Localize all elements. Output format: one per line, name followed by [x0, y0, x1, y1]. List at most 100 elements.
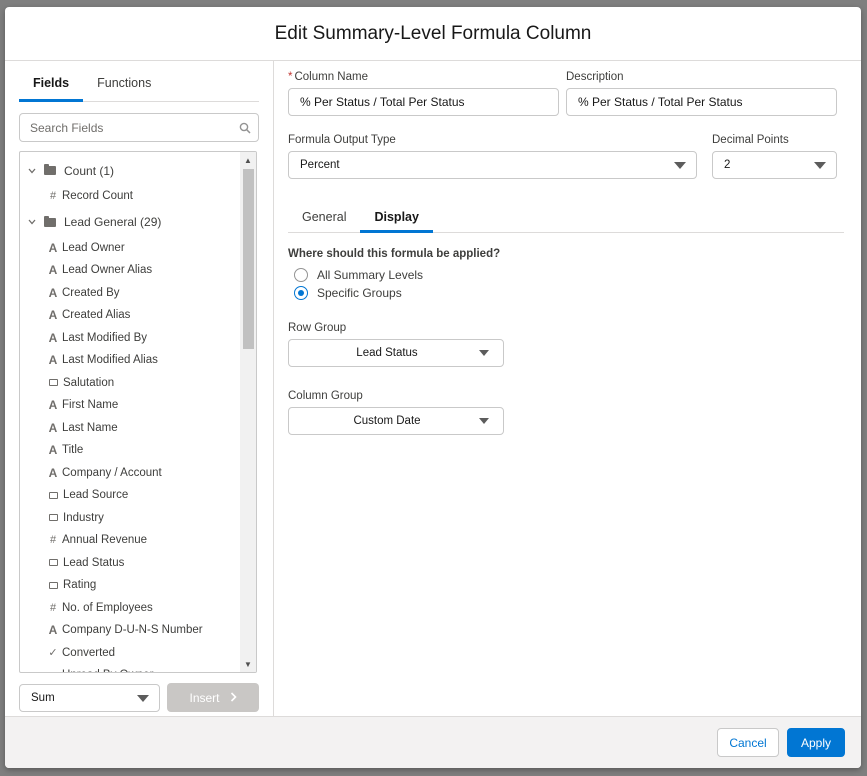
- tab-fields[interactable]: Fields: [19, 66, 84, 102]
- search-icon: [232, 122, 258, 134]
- field-item-label: First Name: [62, 399, 119, 412]
- field-item-label: Lead Owner Alias: [62, 264, 153, 277]
- field-item-label: Converted: [62, 646, 116, 659]
- field-item[interactable]: Salutation: [20, 372, 240, 395]
- field-item[interactable]: Industry: [20, 507, 240, 530]
- field-item[interactable]: A Company D-U-N-S Number: [20, 619, 240, 642]
- folder-icon: [44, 215, 56, 227]
- field-item[interactable]: A Last Modified By: [20, 327, 240, 350]
- radio-checked-icon[interactable]: [294, 286, 308, 300]
- field-item[interactable]: A Lead Owner: [20, 237, 240, 260]
- chevron-down-icon[interactable]: [28, 217, 40, 227]
- field-item[interactable]: A Title: [20, 439, 240, 462]
- caret-down-icon: [479, 350, 489, 356]
- field-item[interactable]: Lead Source: [20, 484, 240, 507]
- output-type-select[interactable]: Percent: [288, 151, 697, 179]
- description-label: Description: [566, 71, 624, 83]
- field-item[interactable]: A Lead Owner Alias: [20, 259, 240, 282]
- field-item[interactable]: Rating: [20, 574, 240, 597]
- field-item-label: Lead Status: [63, 556, 125, 569]
- required-marker: *: [288, 71, 293, 83]
- scroll-down-arrow-icon[interactable]: ▼: [240, 656, 256, 672]
- field-item-label: Salutation: [63, 376, 115, 389]
- dialog-body: Fields Functions Count (1) # Record Count L…: [5, 61, 861, 716]
- tree-group[interactable]: Lead General (29): [20, 208, 240, 237]
- field-item-label: Lead Source: [63, 489, 129, 502]
- field-item[interactable]: Lead Status: [20, 552, 240, 575]
- tree-group-label: Count (1): [64, 163, 115, 178]
- field-item-label: Company D-U-N-S Number: [62, 624, 203, 637]
- folder-icon: [44, 164, 56, 175]
- caret-down-icon: [674, 162, 686, 169]
- field-item[interactable]: # Record Count: [20, 185, 240, 208]
- tree-scrollbar[interactable]: ▲ ▼: [240, 152, 256, 672]
- output-type-label: Formula Output Type: [288, 134, 396, 146]
- text-field-icon: A: [48, 353, 58, 368]
- scroll-up-arrow-icon[interactable]: ▲: [240, 152, 256, 168]
- aggregate-select[interactable]: Sum: [19, 684, 160, 712]
- column-name-label: * Column Name: [288, 71, 368, 83]
- field-item[interactable]: A Created By: [20, 282, 240, 305]
- field-item-label: Annual Revenue: [62, 534, 148, 547]
- text-field-icon: A: [48, 443, 58, 458]
- field-item-label: Title: [62, 444, 84, 457]
- row-group-select[interactable]: Lead Status: [288, 339, 504, 367]
- field-item[interactable]: A Created Alias: [20, 304, 240, 327]
- search-fields-input[interactable]: [30, 120, 232, 135]
- picklist-field-icon: [49, 491, 58, 499]
- tab-functions[interactable]: Functions: [83, 66, 165, 101]
- insert-button[interactable]: Insert: [167, 683, 259, 712]
- tab-display[interactable]: Display: [360, 203, 434, 233]
- field-item-label: Industry: [63, 511, 104, 524]
- column-group-label: Column Group: [288, 390, 363, 402]
- description-input[interactable]: % Per Status / Total Per Status: [566, 88, 837, 116]
- search-box: [19, 113, 259, 142]
- field-item[interactable]: ✓Unread By Owner: [20, 664, 240, 672]
- field-item-label: Last Modified Alias: [62, 354, 158, 367]
- field-item-label: Unread By Owner: [62, 669, 153, 672]
- decimal-points-select[interactable]: 2: [712, 151, 837, 179]
- text-field-icon: A: [48, 398, 58, 413]
- field-item[interactable]: A Last Modified Alias: [20, 349, 240, 372]
- aggregate-select-value: Sum: [31, 692, 55, 704]
- radio-all-summary-levels[interactable]: All Summary Levels: [294, 268, 423, 282]
- field-item[interactable]: A First Name: [20, 394, 240, 417]
- field-item-label: Lead Owner: [62, 241, 125, 254]
- checkbox-field-icon: ✓: [46, 669, 60, 672]
- text-field-icon: A: [48, 240, 58, 255]
- radio-label: All Summary Levels: [317, 268, 424, 282]
- field-tree[interactable]: Count (1) # Record Count Lead General (29) A…: [19, 151, 257, 673]
- tab-general[interactable]: General: [288, 203, 360, 232]
- decimal-points-label: Decimal Points: [712, 134, 789, 146]
- cancel-button[interactable]: Cancel: [717, 728, 779, 757]
- left-tabs: Fields Functions: [19, 66, 259, 102]
- scroll-thumb[interactable]: [243, 169, 254, 349]
- chevron-right-icon: [230, 691, 237, 705]
- dialog-title: Edit Summary-Level Formula Column: [274, 22, 592, 44]
- column-name-input[interactable]: % Per Status / Total Per Status: [288, 88, 559, 116]
- field-item[interactable]: # No. of Employees: [20, 597, 240, 620]
- field-item[interactable]: # Annual Revenue: [20, 529, 240, 552]
- chevron-down-icon[interactable]: [28, 166, 40, 176]
- column-group-select[interactable]: Custom Date: [288, 407, 504, 435]
- checkbox-field-icon: ✓: [48, 647, 58, 660]
- field-item-label: Created By: [62, 286, 120, 299]
- radio-specific-groups[interactable]: Specific Groups: [294, 286, 402, 300]
- caret-down-icon: [137, 695, 149, 702]
- field-item[interactable]: A Company / Account: [20, 462, 240, 485]
- text-field-icon: A: [48, 623, 58, 638]
- field-item-label: Record Count: [62, 190, 133, 203]
- field-item[interactable]: ✓ Converted: [20, 642, 240, 665]
- tree-group[interactable]: Count (1): [20, 156, 240, 185]
- text-field-icon: A: [48, 308, 58, 323]
- dialog-footer: Cancel Apply: [5, 716, 861, 768]
- tree-group-label: Lead General (29): [64, 215, 162, 229]
- formula-dialog: Edit Summary-Level Formula Column Fields…: [5, 7, 861, 768]
- picklist-field-icon: [49, 559, 58, 567]
- text-field-icon: A: [48, 263, 58, 278]
- radio-label: Specific Groups: [317, 286, 402, 300]
- apply-button[interactable]: Apply: [787, 728, 845, 757]
- insert-button-label: Insert: [189, 690, 220, 705]
- field-item[interactable]: A Last Name: [20, 417, 240, 440]
- radio-unchecked-icon[interactable]: [294, 268, 308, 282]
